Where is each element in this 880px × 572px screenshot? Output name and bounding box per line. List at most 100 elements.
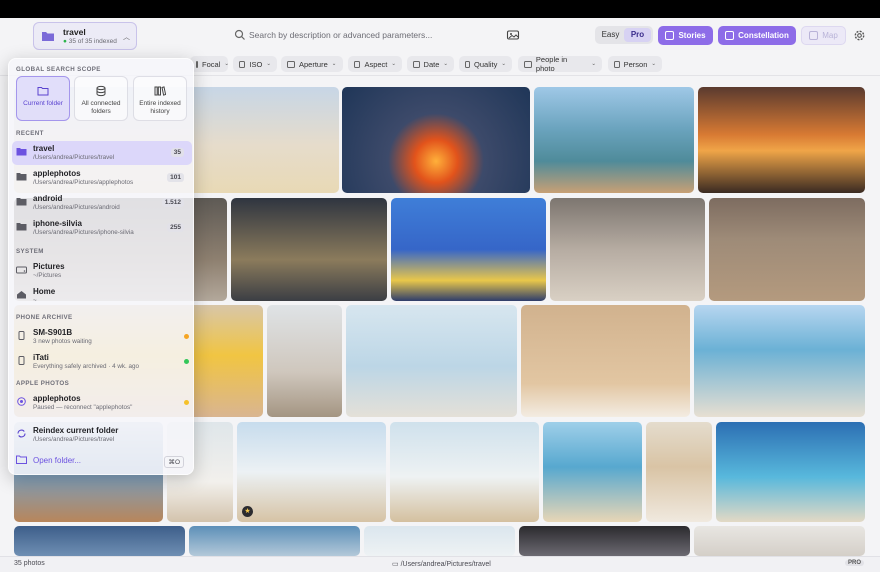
photo-thumbnail[interactable] [543,422,642,522]
search-bar[interactable]: Search by description or advanced parame… [228,24,524,47]
system-section-title: SYSTEM [16,248,44,255]
photos-icon [17,397,26,406]
filter-iso[interactable]: ISO ⌄ [233,56,277,72]
chevron-down-icon: ⌄ [266,61,271,67]
mode-easy[interactable]: Easy [597,28,624,42]
stories-button[interactable]: Stories [658,26,713,45]
recent-section-title: RECENT [16,130,44,137]
photo-thumbnail[interactable] [346,305,517,417]
filter-quality[interactable]: Quality ⌄ [459,56,512,72]
filter-aperture[interactable]: Aperture ⌄ [281,56,343,72]
recent-folder-travel[interactable]: travel/Users/andrea/Pictures/travel 35 [12,141,192,165]
open-folder-button[interactable]: Open folder... ⌘O [12,449,192,473]
filter-icon [196,60,198,68]
filter-people-in-photo[interactable]: People in photo ⌄ [518,55,602,73]
item-count: 101 [167,173,184,182]
folder-icon [16,173,27,181]
chevron-down-icon: ⌄ [651,61,656,67]
chevron-down-icon: ⌄ [224,61,229,67]
reindex-folder-button[interactable]: Reindex current folder /Users/andrea/Pic… [12,423,192,447]
recent-folder-android[interactable]: android/Users/andrea/Pictures/android 1.5… [12,191,192,215]
database-icon [96,85,106,97]
folder-icon [37,87,49,96]
map-button[interactable]: Map [801,26,846,45]
photo-thumbnail[interactable] [550,198,705,301]
apple-library-applephotos[interactable]: applephotos Paused — reconnect "applephot… [12,391,192,415]
photo-thumbnail[interactable] [391,198,546,301]
folder-icon [16,223,27,231]
chevron-down-icon: ⌄ [331,61,337,67]
system-folder-pictures[interactable]: Pictures ~/Pictures [12,259,192,283]
filter-date[interactable]: Date ⌄ [407,56,454,72]
filter-icon [287,60,295,68]
photo-thumbnail[interactable] [519,526,690,556]
filter-aspect[interactable]: Aspect ⌄ [348,56,402,72]
phone-device-sm-s901b[interactable]: SM-S901B 3 new photos waiting [12,325,192,349]
recent-folder-iphone-silvia[interactable]: iphone-silvia/Users/andrea/Pictures/ipho… [12,216,192,240]
chevron-down-icon: ⌄ [501,61,506,67]
current-path: ▭ /Users/andrea/Pictures/travel [392,561,491,568]
mode-pro[interactable]: Pro [624,28,651,42]
status-bar: 35 photos ▭ /Users/andrea/Pictures/trave… [0,556,880,572]
item-count: 1.512 [161,198,184,207]
filter-icon [413,60,420,68]
photo-thumbnail[interactable] [364,526,515,556]
photo-thumbnail[interactable] [14,526,185,556]
photo-thumbnail[interactable] [694,305,865,417]
map-icon [809,31,819,40]
filter-icon [239,60,246,68]
photo-count: 35 photos [14,560,45,567]
photo-thumbnail[interactable] [698,87,865,193]
scope-entire-history[interactable]: Entire indexed history [133,76,187,121]
folder-selector-button[interactable]: travel ● 35 of 35 indexed ︿ [33,22,137,50]
status-dot [184,334,189,339]
image-search-icon[interactable] [506,28,520,42]
star-icon: ★ [242,506,253,517]
search-input[interactable]: Search by description or advanced parame… [249,30,432,40]
photo-thumbnail[interactable] [390,422,539,522]
scope-current-folder[interactable]: Current folder [16,76,70,121]
photo-thumbnail[interactable] [267,305,342,417]
filter-focal[interactable]: Focal ⌄ [190,56,229,72]
system-folder-home[interactable]: Home ~ [12,284,192,308]
photo-thumbnail[interactable] [521,305,690,417]
photo-thumbnail[interactable] [189,526,360,556]
photo-thumbnail[interactable] [534,87,694,193]
folder-name: travel [63,26,86,37]
refresh-icon [17,429,26,438]
folder-popover: GLOBAL SEARCH SCOPE Current folder All c… [8,58,194,475]
phone-device-itati[interactable]: iTati Everything safely archived · 4 wk. … [12,350,192,374]
filter-icon [614,60,620,68]
filter-icon [354,60,361,68]
photo-thumbnail[interactable] [694,526,865,556]
folder-icon [16,148,27,156]
folder-count: 35 of 35 indexed [68,37,117,45]
photo-thumbnail[interactable] [709,198,865,301]
apple-section-title: APPLE PHOTOS [16,380,70,387]
filter-icon [524,60,532,68]
mode-toggle[interactable]: Easy Pro [595,26,653,44]
gear-icon[interactable] [853,29,866,42]
folder-plus-icon [16,455,27,464]
recent-folder-applephotos[interactable]: applephotos/Users/andrea/Pictures/applep… [12,166,192,190]
status-dot [184,359,189,364]
search-icon [234,29,245,40]
filter-person[interactable]: Person ⌄ [608,56,662,72]
photo-thumbnail[interactable] [342,87,530,193]
item-count: 255 [167,223,184,232]
constellation-button[interactable]: Constellation [718,26,796,45]
scope-all-folders[interactable]: All connected folders [74,76,128,121]
photo-thumbnail[interactable] [231,198,387,301]
header: travel ● 35 of 35 indexed ︿ Search by de… [0,18,880,54]
folder-icon [16,198,27,206]
scope-section-title: GLOBAL SEARCH SCOPE [16,66,101,73]
phone-icon [18,331,25,340]
pro-badge: PRO [844,560,864,566]
status-dot: ● [63,37,67,45]
photo-thumbnail[interactable] [646,422,712,522]
phone-icon [18,356,25,365]
photo-thumbnail[interactable] [716,422,865,522]
chevron-down-icon: ⌄ [443,61,448,67]
chevron-up-icon: ︿ [123,34,130,41]
photo-thumbnail[interactable]: ★ [237,422,386,522]
